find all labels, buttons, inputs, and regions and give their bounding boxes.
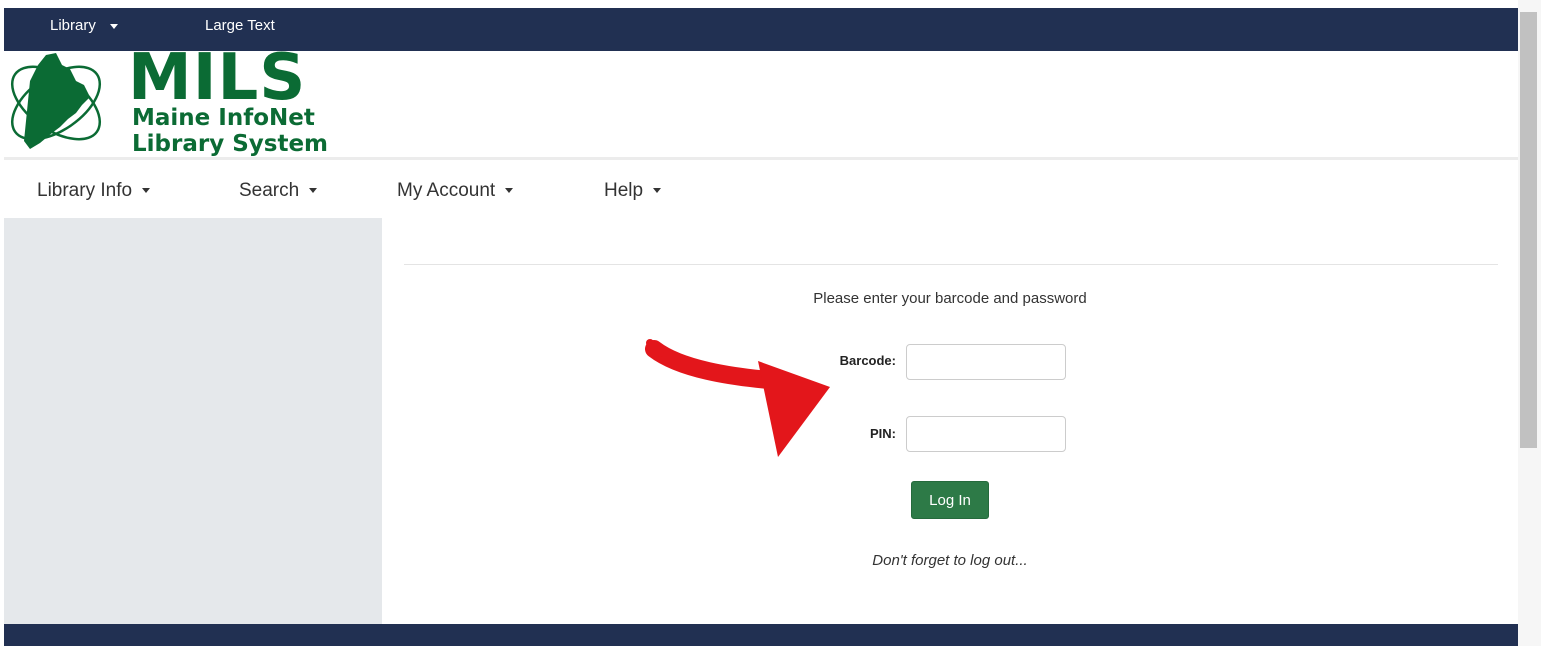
large-text-link[interactable]: Large Text — [205, 17, 275, 34]
caret-down-icon — [505, 188, 514, 194]
nav-help[interactable]: Help — [604, 180, 662, 202]
barcode-input[interactable] — [906, 344, 1066, 380]
logo-line-2: Library System — [132, 131, 329, 157]
scrollbar-thumb[interactable] — [1520, 12, 1537, 448]
red-arrow-icon — [645, 339, 830, 457]
library-menu[interactable]: Library — [50, 17, 118, 34]
caret-down-icon — [309, 188, 318, 194]
sidebar — [4, 218, 382, 624]
site-logo[interactable]: MILS Maine InfoNet Library System — [4, 41, 334, 157]
divider — [404, 264, 1498, 265]
caret-down-icon — [653, 188, 662, 194]
caret-down-icon — [142, 188, 151, 194]
footer-bar — [4, 624, 1518, 646]
pin-input[interactable] — [906, 416, 1066, 452]
nav-label: My Account — [397, 180, 496, 201]
caret-down-icon — [109, 23, 118, 29]
logout-reminder: Don't forget to log out... — [872, 552, 1028, 569]
log-in-button[interactable]: Log In — [911, 481, 989, 519]
login-panel: Please enter your barcode and password B… — [382, 218, 1518, 624]
logo-title: MILS — [128, 41, 307, 115]
nav-label: Library Info — [37, 180, 133, 201]
nav-library-info[interactable]: Library Info — [37, 180, 151, 202]
login-prompt: Please enter your barcode and password — [813, 290, 1087, 307]
library-menu-label: Library — [50, 17, 96, 34]
main-nav: Library Info Search My Account Help — [4, 157, 1518, 221]
logo-line-1: Maine InfoNet — [132, 105, 315, 131]
nav-search[interactable]: Search — [239, 180, 318, 202]
maine-map-orbit-icon — [10, 53, 102, 149]
nav-label: Search — [239, 180, 300, 201]
nav-label: Help — [604, 180, 644, 201]
nav-my-account[interactable]: My Account — [397, 180, 514, 202]
